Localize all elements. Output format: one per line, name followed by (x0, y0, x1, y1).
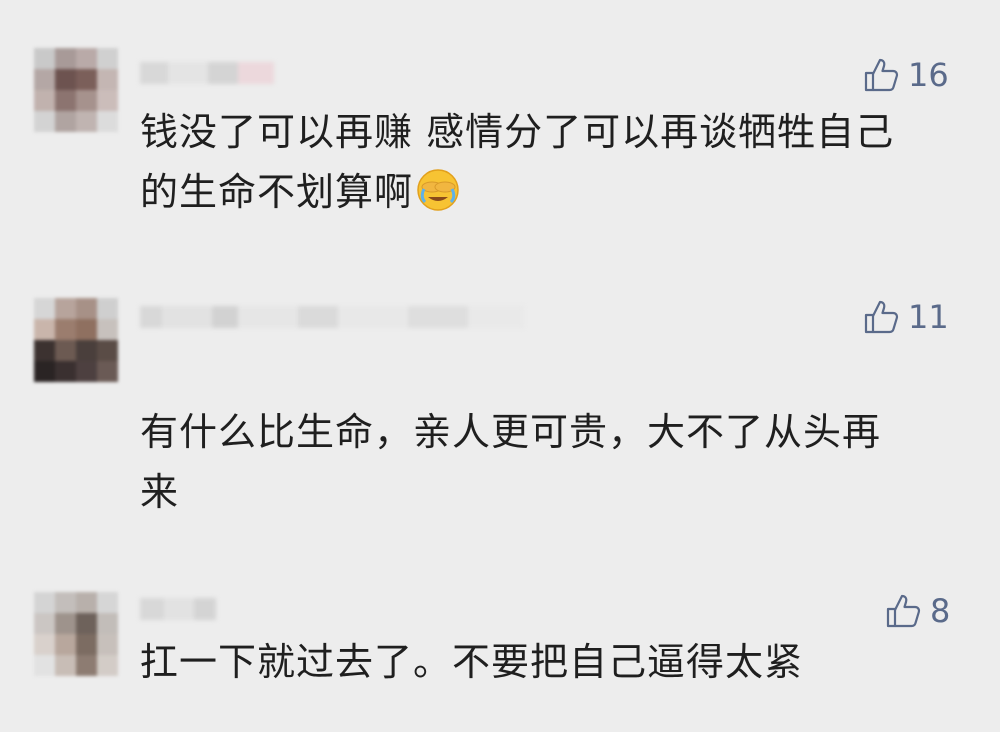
username-blurred[interactable] (140, 62, 274, 84)
avatar[interactable] (34, 48, 118, 132)
comment-text-line: 钱没了可以再赚 感情分了可以再谈牺牲自己 (140, 110, 895, 154)
comment-text: 有什么比生命，亲人更可贵，大不了从头再 来 (140, 402, 960, 522)
username-blurred[interactable] (140, 598, 216, 620)
like-count: 11 (908, 298, 949, 336)
comment-text-line-with-emoji: 的生命不划算啊 (140, 162, 960, 230)
comment-text: 扛一下就过去了。不要把自己逼得太紧 (140, 632, 960, 692)
comment-text-line: 有什么比生命，亲人更可贵，大不了从头再 (140, 410, 882, 454)
thumbs-up-icon (884, 592, 922, 630)
comment-text: 钱没了可以再赚 感情分了可以再谈牺牲自己 的生命不划算啊 (140, 102, 960, 230)
comment-text-line: 的生命不划算啊 (140, 170, 414, 214)
username-blurred[interactable] (140, 306, 524, 328)
thumbs-up-icon (862, 56, 900, 94)
like-button[interactable]: 8 (884, 592, 950, 630)
avatar[interactable] (34, 592, 118, 676)
comment-text-line: 来 (140, 470, 180, 514)
like-count: 8 (930, 592, 951, 630)
like-button[interactable]: 16 (862, 56, 949, 94)
face-palm-crying-emoji (415, 167, 461, 230)
like-button[interactable]: 11 (862, 298, 949, 336)
thumbs-up-icon (862, 298, 900, 336)
like-count: 16 (908, 56, 949, 94)
avatar[interactable] (34, 298, 118, 382)
comment-text-line: 扛一下就过去了。不要把自己逼得太紧 (140, 640, 804, 684)
